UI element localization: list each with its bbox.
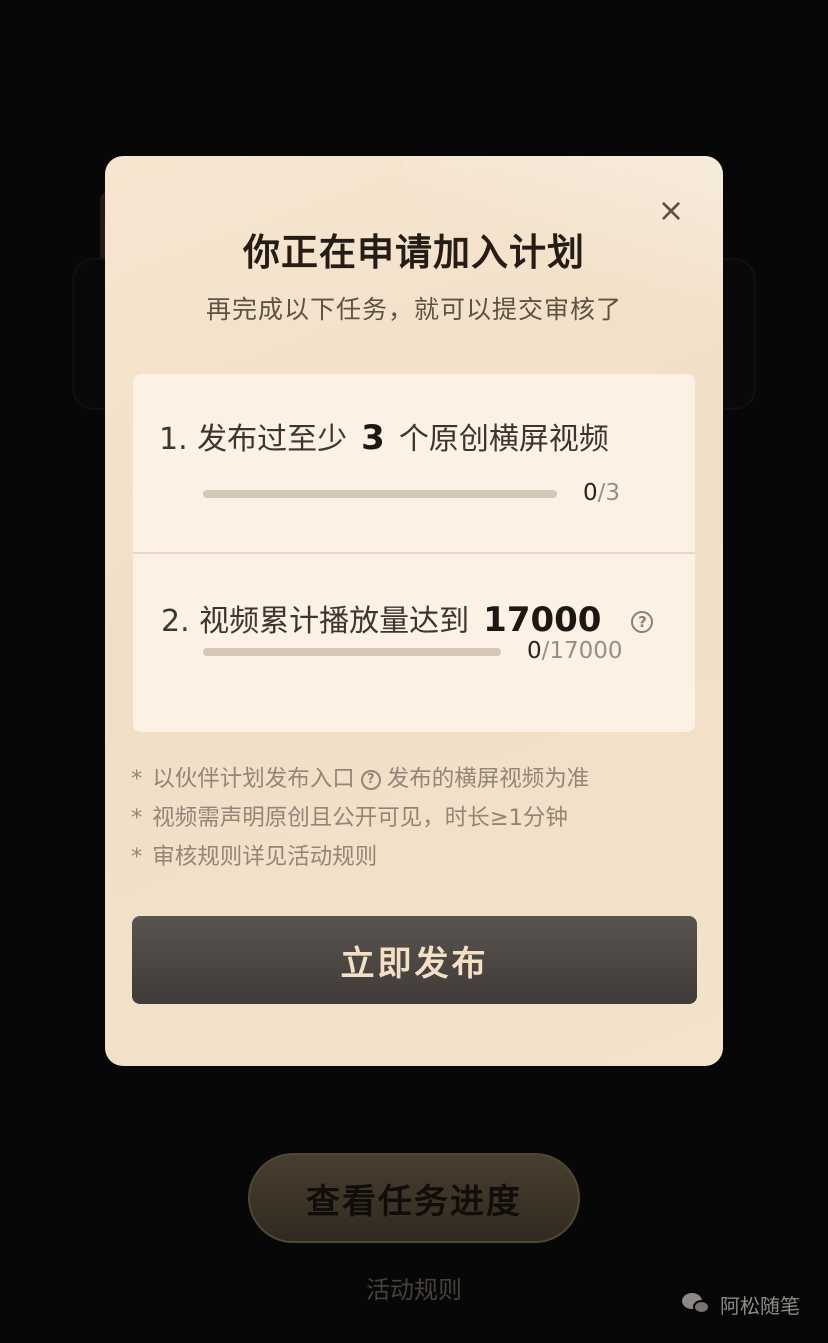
help-icon[interactable]: ? xyxy=(360,769,381,790)
task-target-number: 3 xyxy=(361,418,385,458)
note-bullet: * xyxy=(131,844,143,870)
task-progress-total: /17000 xyxy=(541,638,623,664)
publish-now-button[interactable]: 立即发布 xyxy=(132,916,697,1004)
task-progress-bar xyxy=(203,648,501,656)
screen: 查看任务进度 活动规则 阿松随笔 × 你正在申请加入计划 再完成以下任务，就可以… xyxy=(0,0,828,1343)
task-item-play-count: 2. 视频累计播放量达到 17000 ? 0/17000 xyxy=(133,554,695,732)
task-item-original-videos: 1. 发布过至少 3 个原创横屏视频 0/3 xyxy=(133,374,695,552)
task-progress-counter: 0/17000 xyxy=(527,638,623,664)
task-progress-total: /3 xyxy=(597,480,621,506)
note-item: * 审核规则详见活动规则 xyxy=(131,838,701,877)
task-suffix: 个原创横屏视频 xyxy=(398,422,609,457)
help-icon[interactable]: ? xyxy=(631,611,654,633)
task-prefix: 2. 视频累计播放量达到 xyxy=(161,604,470,639)
note-bullet: * xyxy=(131,766,143,792)
note-item: * 以伙伴计划发布入口 ? 发布的横屏视频为准 xyxy=(131,760,701,799)
note-text: 发布的横屏视频为准 xyxy=(386,766,590,792)
dialog-title: 你正在申请加入计划 xyxy=(243,231,585,274)
note-text: 审核规则详见活动规则 xyxy=(152,844,378,870)
task-progress-current: 0 xyxy=(527,638,542,664)
note-text: 视频需声明原创且公开可见，时长≥1分钟 xyxy=(152,805,568,831)
task-prefix: 1. 发布过至少 xyxy=(159,422,348,457)
dialog-subtitle: 再完成以下任务，就可以提交审核了 xyxy=(205,295,622,324)
task-target-number: 17000 xyxy=(483,600,602,640)
notes-list: * 以伙伴计划发布入口 ? 发布的横屏视频为准 * 视频需声明原创且公开可见，时… xyxy=(131,760,701,877)
note-text: 以伙伴计划发布入口 xyxy=(152,766,355,792)
note-bullet: * xyxy=(131,805,143,831)
apply-plan-dialog: × 你正在申请加入计划 再完成以下任务，就可以提交审核了 1. 发布过至少 3 … xyxy=(105,156,723,1066)
task-progress-current: 0 xyxy=(583,480,598,506)
task-progress-bar xyxy=(203,490,557,498)
task-list: 1. 发布过至少 3 个原创横屏视频 0/3 2. 视频累计播放量达到 1700… xyxy=(133,374,695,732)
task-description: 1. 发布过至少 3 个原创横屏视频 xyxy=(159,414,609,458)
task-progress-counter: 0/3 xyxy=(583,480,620,506)
task-description: 2. 视频累计播放量达到 17000 ? xyxy=(161,596,654,640)
note-item: * 视频需声明原创且公开可见，时长≥1分钟 xyxy=(131,799,701,838)
